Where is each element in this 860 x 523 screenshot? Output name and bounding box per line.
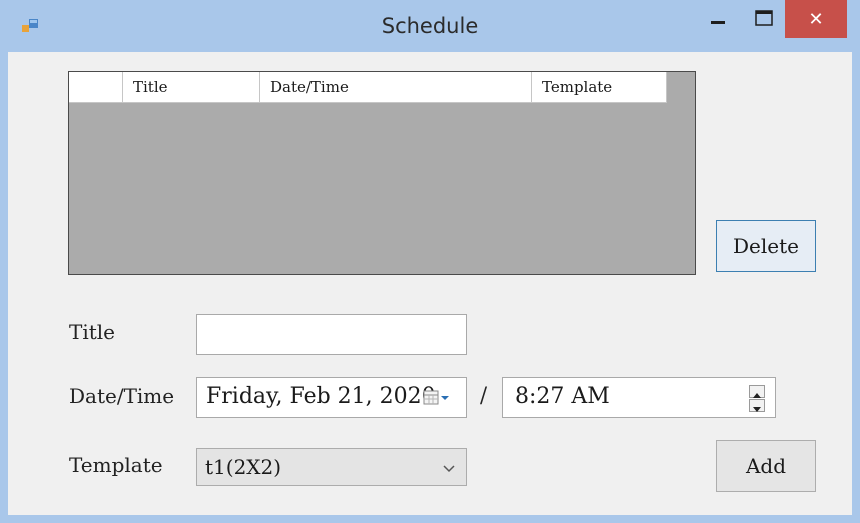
client-area: Title Date/Time Template Delete Title Da… (8, 52, 852, 515)
column-header-template[interactable]: Template (532, 72, 667, 102)
datetime-label: Date/Time (69, 384, 175, 408)
datetime-separator: / (480, 383, 488, 407)
calendar-icon[interactable] (423, 390, 451, 410)
grid-header: Title Date/Time Template (69, 72, 667, 103)
close-button[interactable]: ✕ (785, 0, 847, 38)
minimize-icon (711, 21, 725, 24)
close-icon: ✕ (808, 8, 824, 30)
schedule-window: Schedule ✕ Title Date/Time Template Dele (0, 0, 860, 523)
date-value: Friday, Feb 21, 2020 (206, 384, 436, 409)
spin-up-button[interactable] (749, 385, 765, 398)
schedule-grid[interactable]: Title Date/Time Template (68, 71, 696, 275)
spin-down-button[interactable] (749, 399, 765, 412)
title-label: Title (69, 320, 116, 344)
template-select[interactable]: t1(2X2) (196, 448, 467, 486)
template-value: t1(2X2) (205, 455, 282, 479)
title-input[interactable] (196, 314, 467, 355)
minimize-button[interactable] (695, 0, 741, 36)
maximize-button[interactable] (741, 0, 787, 36)
delete-button[interactable]: Delete (716, 220, 816, 272)
column-header-datetime[interactable]: Date/Time (260, 72, 532, 102)
template-label: Template (69, 453, 163, 477)
row-header-cell[interactable] (69, 72, 123, 102)
date-picker[interactable]: Friday, Feb 21, 2020 (196, 377, 467, 418)
add-button[interactable]: Add (716, 440, 816, 492)
spin-down-icon (753, 407, 761, 412)
time-value: 8:27 AM (515, 384, 610, 409)
column-header-title[interactable]: Title (123, 72, 260, 102)
chevron-down-icon (442, 460, 456, 479)
time-picker[interactable]: 8:27 AM (502, 377, 776, 418)
title-bar[interactable]: Schedule ✕ (0, 0, 860, 52)
maximize-icon (755, 10, 773, 26)
